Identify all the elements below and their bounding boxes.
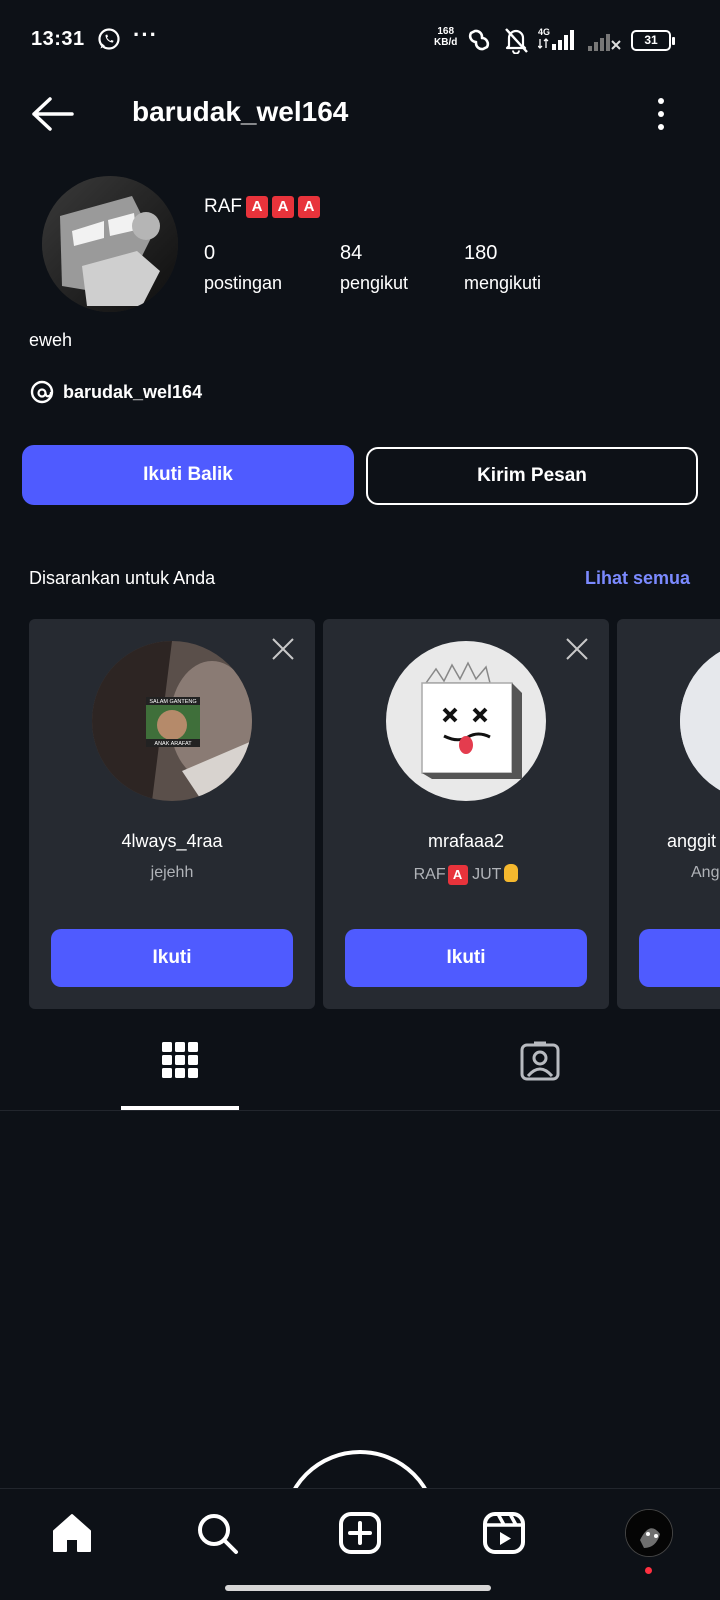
profile-bio: eweh (29, 330, 73, 350)
bell-muted-icon (505, 28, 528, 54)
signal-sim2-icon (588, 34, 621, 51)
followers-count[interactable]: 84 (340, 242, 362, 265)
battery-icon: 31 (631, 30, 675, 51)
status-time: 13:31 (31, 28, 85, 50)
hotspot-link-icon (468, 29, 490, 51)
suggestion-username[interactable]: 4lways_4raa (29, 831, 315, 852)
threads-link[interactable]: barudak_wel164 (29, 377, 202, 407)
arrow-left-icon[interactable] (30, 96, 74, 132)
battery-level: 31 (644, 33, 658, 47)
suggestion-username[interactable]: mrafaaa2 (323, 831, 609, 852)
tab-divider (0, 1110, 720, 1111)
home-indicator[interactable] (225, 1585, 491, 1591)
suggestion-avatar[interactable]: SALAM GANTENG ANAK ARAFAT (92, 641, 252, 801)
avatar-caption-bottom: ANAK ARAFAT (154, 741, 192, 747)
profile-username: barudak_wel164 (132, 96, 349, 127)
posts-label: postingan (204, 273, 283, 293)
follow-back-button[interactable]: Ikuti Balik (22, 445, 354, 505)
followers-label[interactable]: pengikut (340, 273, 408, 294)
suggestion-card[interactable]: SALAM GANTENG ANAK ARAFAT 4lways_4raa je… (29, 619, 315, 1009)
follow-button[interactable]: Ikuti (51, 929, 293, 987)
grid-icon[interactable] (160, 1040, 200, 1080)
send-message-button[interactable]: Kirim Pesan (366, 447, 698, 505)
threads-handle: barudak_wel164 (63, 381, 203, 402)
following-count[interactable]: 180 (464, 242, 497, 265)
suggestion-card[interactable]: mrafaaa2 RAF A JUT Ikuti (323, 619, 609, 1009)
reels-icon[interactable] (480, 1509, 528, 1557)
suggestion-avatar[interactable] (680, 641, 720, 801)
home-icon[interactable] (48, 1509, 96, 1557)
vertical-dots-icon[interactable] (648, 96, 674, 132)
follow-button[interactable] (639, 929, 720, 987)
posts-count: 0 (204, 242, 216, 264)
notification-dot (645, 1567, 652, 1574)
suggestion-subtitle: RAF A JUT (323, 864, 609, 885)
create-post-icon[interactable] (336, 1509, 384, 1557)
follow-button[interactable]: Ikuti (345, 929, 587, 987)
suggestions-title: Disarankan untuk Anda (29, 568, 216, 588)
close-icon[interactable] (565, 637, 589, 661)
network-speed-unit: KB/d (434, 37, 458, 48)
profile-avatar[interactable] (625, 1509, 673, 1557)
following-label[interactable]: mengikuti (464, 273, 541, 294)
suggestion-card[interactable]: anggit Ang (617, 619, 720, 1009)
signal-4g-icon: 4G (538, 27, 574, 50)
network-speed-value: 168 (437, 26, 455, 37)
subtitle-suffix: JUT (472, 866, 502, 883)
threads-icon (30, 380, 54, 404)
profile-display-name: RAF A A A (204, 196, 320, 218)
a-button-emoji: A (246, 196, 268, 218)
tagged-person-icon[interactable] (519, 1040, 561, 1082)
bottom-navigation (0, 1488, 720, 1600)
a-button-emoji: A (447, 865, 468, 885)
suggestion-username[interactable]: anggit (667, 831, 716, 852)
suggestion-avatar[interactable] (386, 641, 546, 801)
see-all-link[interactable]: Lihat semua (585, 568, 690, 589)
subtitle-prefix: RAF (413, 866, 446, 883)
suggestion-subtitle: jejehh (150, 864, 194, 881)
search-icon[interactable] (193, 1509, 241, 1557)
more-notifications-icon: ··· (133, 22, 158, 47)
a-button-emoji: A (272, 196, 294, 218)
a-button-emoji: A (298, 196, 320, 218)
network-type: 4G (538, 27, 550, 37)
display-name-text: RAF (204, 196, 242, 217)
suggestion-subtitle: Ang (691, 864, 720, 881)
whatsapp-icon (98, 28, 120, 50)
network-speed: 168 KB/d (434, 26, 457, 48)
avatar-caption-top: SALAM GANTENG (149, 699, 196, 705)
status-bar: 13:31 ··· 168 KB/d 4G 31 (0, 0, 720, 80)
pointing-finger-emoji (504, 864, 519, 882)
close-icon[interactable] (271, 637, 295, 661)
profile-avatar[interactable] (42, 176, 178, 312)
